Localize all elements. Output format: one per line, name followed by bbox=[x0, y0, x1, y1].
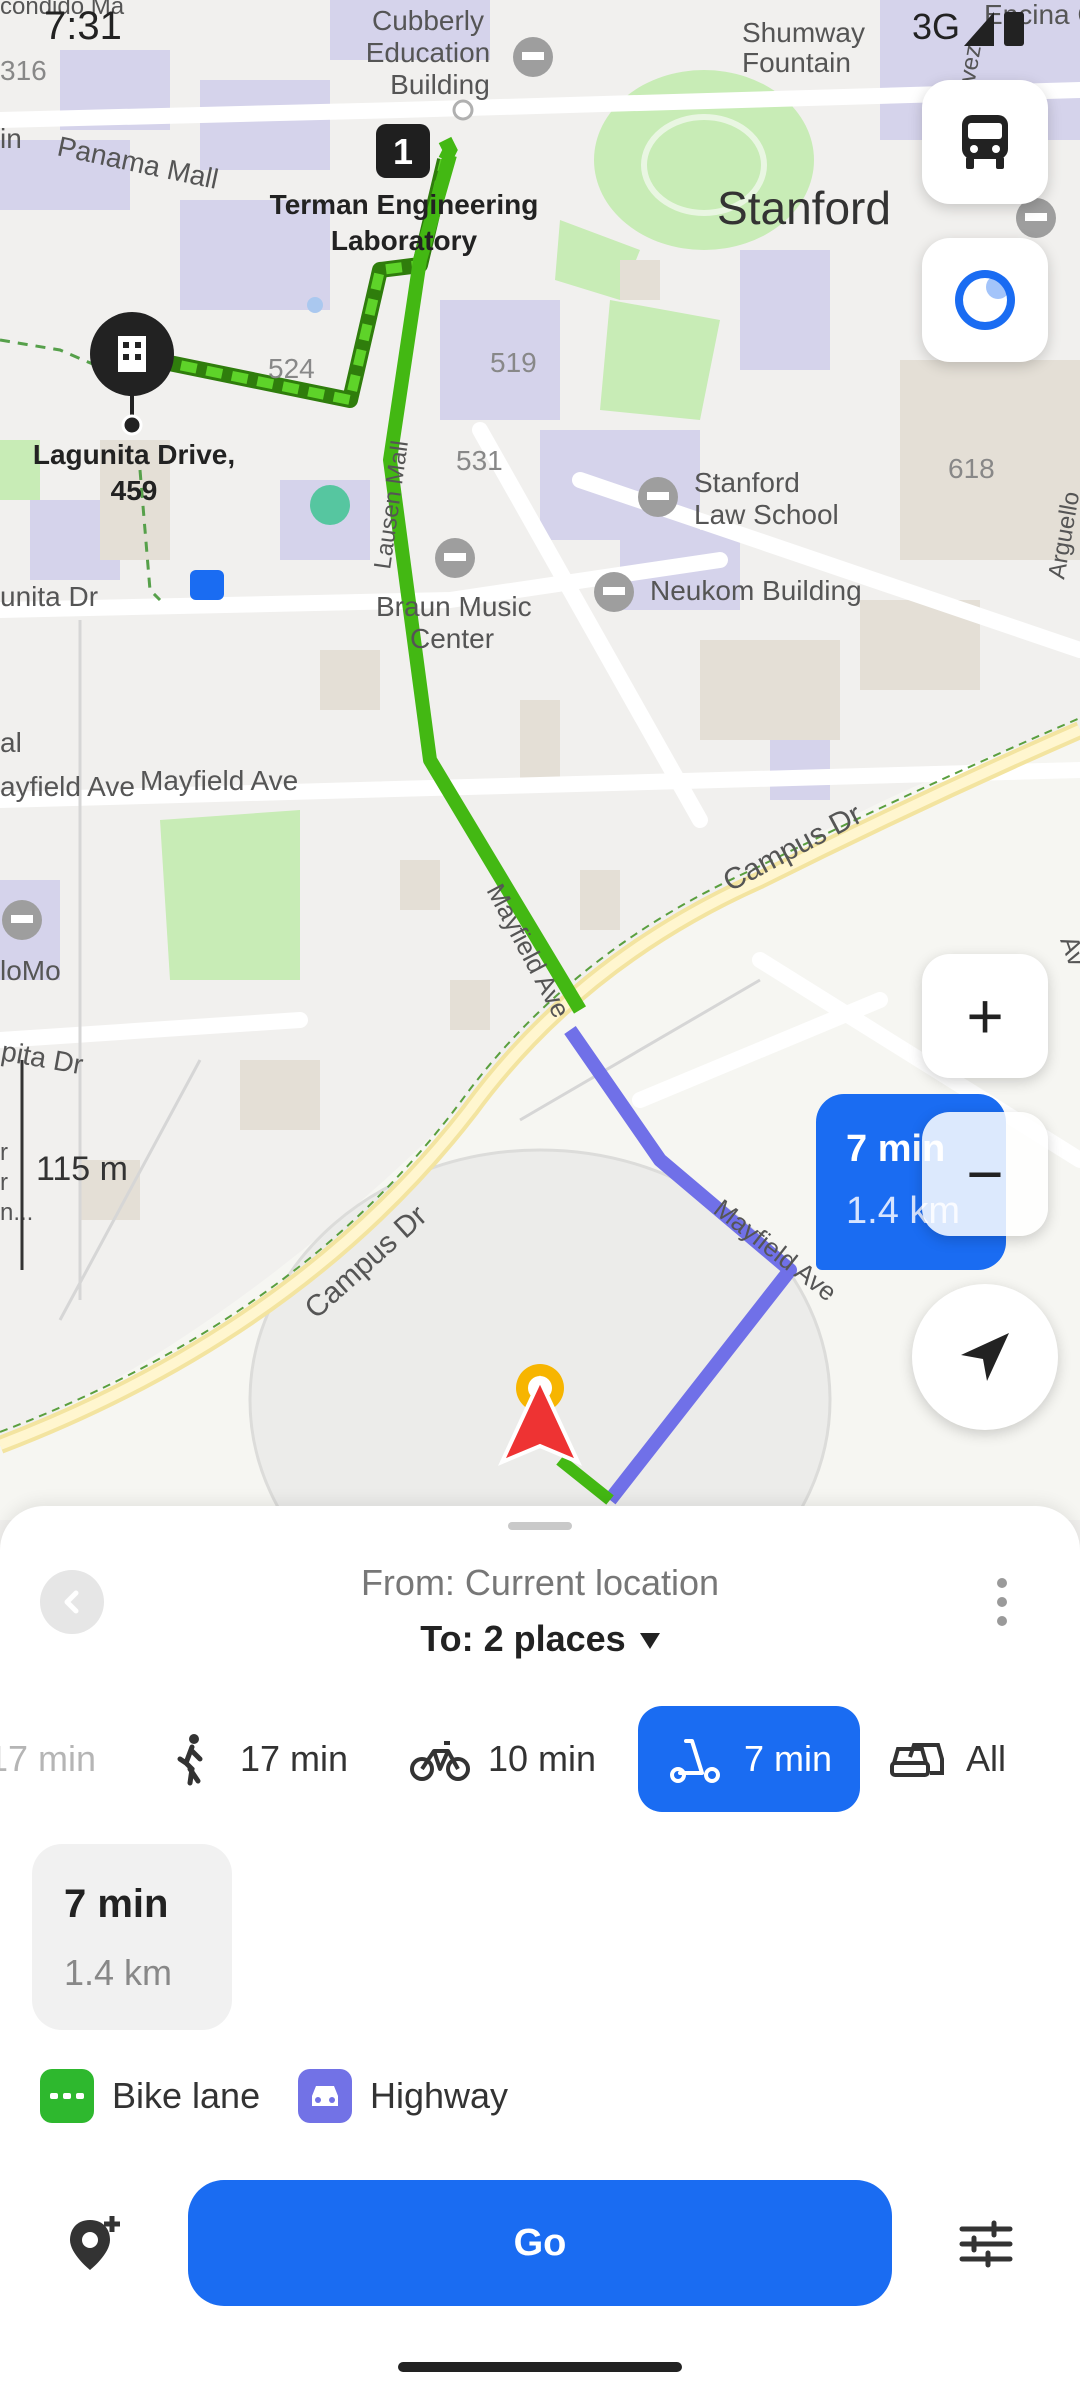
zoom-in-button[interactable]: + bbox=[922, 954, 1048, 1078]
map-label: 531 bbox=[456, 445, 503, 476]
bike-lane-icon bbox=[40, 2069, 94, 2123]
mode-bike-label: 10 min bbox=[488, 1738, 597, 1779]
map-label: n... bbox=[0, 1199, 33, 1226]
mode-walk-label: 17 min bbox=[240, 1738, 349, 1779]
route-time: 7 min bbox=[64, 1882, 169, 1926]
legend-bike-lane-label: Bike lane bbox=[112, 2075, 261, 2116]
legend-highway-label: Highway bbox=[370, 2075, 509, 2116]
legend-highway: Highway bbox=[298, 2068, 508, 2124]
walk-icon bbox=[177, 1734, 203, 1786]
map-label: 519 bbox=[490, 347, 537, 378]
map-label: Law School bbox=[694, 499, 839, 530]
mode-all[interactable]: All bbox=[888, 1706, 1006, 1812]
add-stop-button[interactable] bbox=[54, 2204, 134, 2284]
caret-down-icon bbox=[639, 1633, 660, 1650]
bus-icon bbox=[962, 115, 1008, 169]
travel-modes: 17 min 17 min 10 min 7 min bbox=[0, 1706, 1080, 1812]
mode-transit[interactable]: 17 min bbox=[0, 1706, 96, 1812]
scooter-icon bbox=[670, 1739, 720, 1783]
plus-icon: + bbox=[966, 980, 1004, 1052]
add-location-icon bbox=[70, 2216, 120, 2270]
assistant-button[interactable] bbox=[922, 238, 1048, 362]
mode-scooter-label: 7 min bbox=[744, 1738, 833, 1779]
waypoint-number: 1 bbox=[393, 131, 413, 172]
map-label: al bbox=[0, 727, 22, 758]
map-label: Stanford bbox=[717, 182, 891, 234]
route-distance: 1.4 km bbox=[64, 1952, 173, 1993]
map-label: loMo bbox=[0, 955, 61, 986]
route-to[interactable]: To: 2 places bbox=[0, 1618, 1080, 1660]
map-label: ayfield Ave bbox=[0, 771, 135, 802]
minus-icon: − bbox=[966, 1138, 1004, 1210]
go-button[interactable]: Go bbox=[188, 2180, 892, 2306]
map-label: in bbox=[0, 123, 22, 154]
more-menu-icon[interactable] bbox=[996, 1578, 1008, 1634]
sheet-handle[interactable] bbox=[508, 1522, 572, 1530]
mode-transit-label: 17 min bbox=[0, 1738, 97, 1779]
scale-label: 115 m bbox=[36, 1150, 128, 1188]
highway-icon bbox=[298, 2069, 352, 2123]
battery-icon bbox=[1004, 12, 1024, 46]
assistant-icon bbox=[955, 270, 1015, 330]
map-label: 459 bbox=[111, 475, 158, 506]
mode-all-label: All bbox=[966, 1738, 1007, 1779]
home-indicator[interactable] bbox=[398, 2362, 682, 2372]
map-view[interactable]: Cubberly Education Building Shumway Foun… bbox=[0, 0, 1080, 1520]
route-settings-button[interactable] bbox=[946, 2204, 1026, 2284]
route-from[interactable]: From: Current location bbox=[0, 1562, 1080, 1604]
map-label: Center bbox=[410, 623, 494, 654]
mode-scooter[interactable]: 7 min bbox=[638, 1706, 861, 1812]
map-label: r bbox=[0, 1169, 8, 1196]
mode-bike[interactable]: 10 min bbox=[410, 1706, 596, 1812]
map-label: Braun Music bbox=[376, 591, 532, 622]
map-label: r bbox=[0, 1139, 8, 1166]
transit-button[interactable] bbox=[922, 80, 1048, 204]
map-label: 618 bbox=[948, 453, 995, 484]
zoom-out-button[interactable]: − bbox=[922, 1112, 1048, 1236]
map-label: Stanford bbox=[694, 467, 800, 498]
map-label: Mayfield Ave bbox=[140, 765, 298, 796]
network-type: 3G bbox=[911, 6, 960, 47]
car-icon bbox=[890, 1743, 944, 1777]
map-label: Laboratory bbox=[331, 225, 478, 256]
locate-button[interactable] bbox=[912, 1284, 1058, 1430]
bike-icon bbox=[410, 1741, 470, 1781]
route-sheet: From: Current location To: 2 places 17 m… bbox=[0, 1506, 1080, 2400]
route-option-card[interactable]: 7 min 1.4 km bbox=[32, 1844, 232, 2030]
navigation-arrow-icon bbox=[961, 1333, 1009, 1381]
map-label: 524 bbox=[268, 353, 315, 384]
waypoint-marker[interactable]: 1 bbox=[376, 124, 430, 178]
map-label: Terman Engineering bbox=[270, 189, 539, 220]
status-time: 7:31 bbox=[44, 4, 122, 48]
route-to-label: To: 2 places bbox=[420, 1618, 626, 1659]
map-label: Building bbox=[390, 69, 490, 100]
mode-walk[interactable]: 17 min bbox=[162, 1706, 348, 1812]
signal-icon bbox=[964, 12, 994, 46]
sliders-icon bbox=[959, 2220, 1013, 2268]
legend-bike-lane: Bike lane bbox=[40, 2068, 260, 2124]
map-label: Neukom Building bbox=[650, 575, 862, 606]
go-label: Go bbox=[513, 2221, 567, 2264]
map-label: Lagunita Drive, bbox=[33, 439, 235, 470]
status-bar: 7:31 3G bbox=[0, 0, 1080, 60]
map-label: unita Dr bbox=[0, 581, 98, 612]
